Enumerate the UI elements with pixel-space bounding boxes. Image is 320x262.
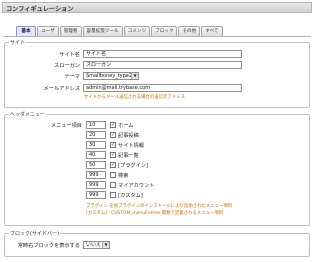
site-name-field[interactable]: サイト名 [83,50,242,58]
menu-enable-checkbox[interactable] [110,182,116,188]
tab-extension[interactable]: 容量拡張ツール [82,26,123,36]
menu-item-label: サイト情報 [118,143,144,149]
right-block-label: 常時右ブロックを表示する [17,243,80,249]
menu-order-field[interactable]: 999 [86,171,106,179]
menu-item-label: [カスタム] [118,193,143,199]
menu-item-label: マイアカウント [118,183,155,189]
chevron-down-icon: ▼ [102,242,109,248]
menu-order-field[interactable]: 30 [86,141,106,149]
menu-note-custom: [カスタム] : CUSTOM_menuEntries 関数で定義されるメニュー… [86,211,224,216]
email-hint: サイトからメール送信される場合の送信元アドレス [84,95,185,100]
header-menu-legend: ヘッダメニュー [9,111,46,118]
menu-enable-checkbox[interactable]: ✓ [110,142,116,148]
menu-order-field[interactable]: 999 [86,191,106,199]
menu-enable-checkbox[interactable]: ✓ [110,152,116,158]
tab-admin[interactable]: 管理者 [59,26,82,36]
menu-item-label: 検索 [118,173,129,179]
tab-bar: 基本 ユーザ 管理者 容量拡張ツール コメンツ ブロック その他 すべて [16,26,224,36]
menu-order-field[interactable]: 50 [86,161,106,169]
slogan-field[interactable]: スローガン [83,61,242,69]
menu-order-label: メニュー項目 [50,123,82,129]
tab-all[interactable]: すべて [201,26,223,36]
right-block-select[interactable]: いいえ ▼ [83,241,110,249]
right-block-select-value: いいえ [86,242,102,248]
menu-item-label: [プラグイン] [118,163,148,169]
title-bar: コンフィギュレーション [2,2,312,13]
tab-basic[interactable]: 基本 [16,26,36,36]
menu-enable-checkbox[interactable]: ✓ [110,162,116,168]
site-name-label: サイト名 [59,52,80,58]
theme-select[interactable]: Smallboney_type2 ▼ [83,72,139,80]
email-label: メールアドレス [43,86,80,92]
menu-item-label: ホーム [118,123,134,129]
menu-note-plugin: プラグイン を他プラグインのインストールにより追加されたメニュー項目 [86,204,233,209]
menu-enable-checkbox[interactable] [110,172,116,178]
menu-enable-checkbox[interactable]: ✓ [110,132,116,138]
tab-comments[interactable]: コメンツ [123,26,151,36]
menu-enable-checkbox[interactable]: ✓ [110,122,116,128]
menu-order-field[interactable]: 999 [86,181,106,189]
menu-item-row: 50 ✓ [プラグイン] [86,161,226,170]
menu-item-label: 記事一覧 [118,153,139,159]
page-title: コンフィギュレーション [6,6,74,13]
menu-item-row: 20 ✓ 記事投稿 [86,131,226,140]
block-section-legend: ブロック(サイドバー) [9,230,60,237]
menu-item-row: 999 マイアカウント [86,181,226,190]
menu-item-row: 10 ✓ ホーム [86,121,226,130]
theme-select-value: Smallboney_type2 [86,73,133,79]
chevron-down-icon: ▼ [131,73,138,79]
tab-underline [3,36,311,37]
menu-item-label: 記事投稿 [118,133,139,139]
menu-enable-checkbox[interactable] [110,192,116,198]
menu-order-field[interactable]: 20 [86,131,106,139]
slogan-label: スローガン [54,63,80,69]
theme-label: テーマ [64,74,80,80]
menu-order-field[interactable]: 40 [86,151,106,159]
menu-item-row: 30 ✓ サイト情報 [86,141,226,150]
tab-block[interactable]: ブロック [151,26,178,36]
email-field[interactable]: admin@mail.trybase.com [83,84,242,92]
tab-other[interactable]: その他 [178,26,201,36]
tab-user[interactable]: ユーザ [37,26,59,36]
menu-item-row: 999 [カスタム] [86,191,226,200]
site-section-legend: サイト [9,39,27,46]
menu-item-row: 999 検索 [86,171,226,180]
menu-item-row: 40 ✓ 記事一覧 [86,151,226,160]
menu-order-field[interactable]: 10 [86,121,106,129]
